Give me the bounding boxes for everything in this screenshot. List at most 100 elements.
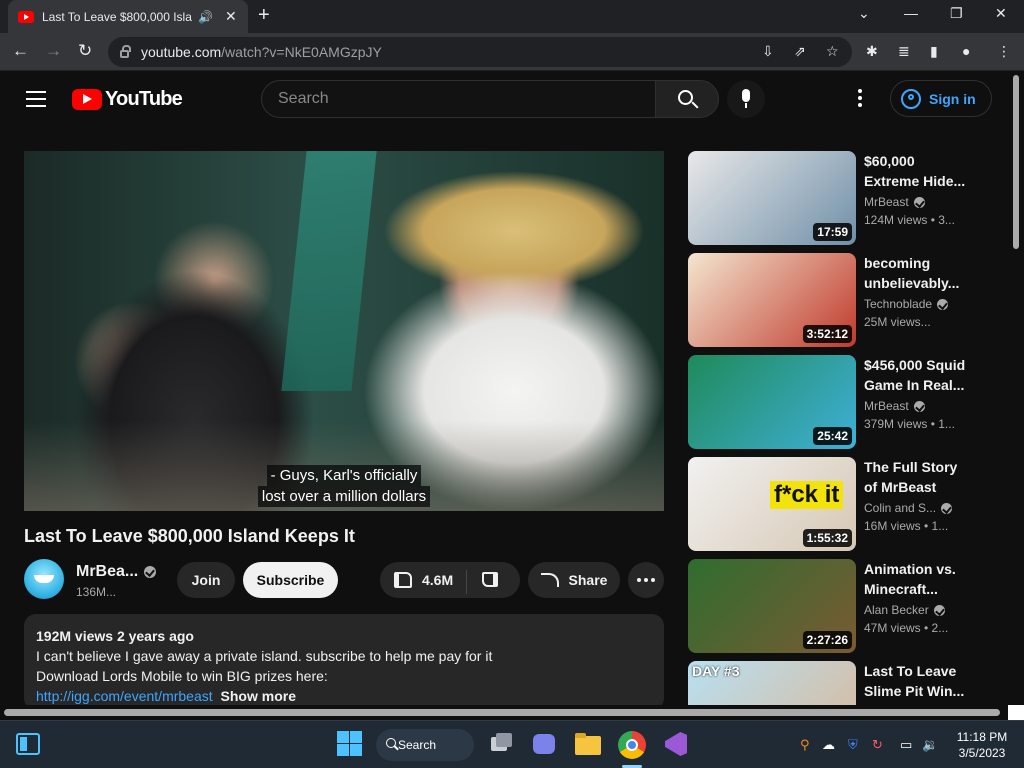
- task-view-icon[interactable]: [487, 731, 513, 757]
- youtube-favicon-icon: [18, 10, 34, 23]
- search-button[interactable]: [655, 80, 719, 118]
- channel-avatar[interactable]: [24, 559, 64, 599]
- recommendation-item[interactable]: 17:59 $60,000 Extreme Hide... MrBeast 124M …: [688, 151, 968, 245]
- reload-button[interactable]: ↻: [78, 41, 92, 61]
- recommendation-title[interactable]: becoming unbelievably...: [864, 253, 968, 293]
- browser-tab[interactable]: Last To Leave $800,000 Island Keeps It 🔊…: [8, 0, 248, 33]
- caption-line: - Guys, Karl's officially: [266, 465, 422, 486]
- video-duration-badge: 17:59: [813, 223, 852, 241]
- thumbs-down-icon[interactable]: [482, 572, 498, 587]
- tab-search-chevron-icon[interactable]: ⌄: [858, 5, 870, 22]
- recommendation-title[interactable]: Last To Leave Slime Pit Win...: [864, 661, 968, 701]
- share-button[interactable]: Share: [528, 562, 620, 598]
- show-more-button[interactable]: Show more: [221, 688, 296, 704]
- recommendation-title[interactable]: $60,000 Extreme Hide...: [864, 151, 968, 191]
- tray-app-icon[interactable]: ⚲: [800, 737, 810, 753]
- chrome-menu-icon[interactable]: ⋮: [997, 43, 1011, 60]
- network-icon[interactable]: ▭: [900, 737, 912, 753]
- profile-icon[interactable]: ●: [962, 43, 970, 59]
- description-box[interactable]: 192M views 2 years ago I can't believe I…: [24, 614, 664, 710]
- recommendation-item[interactable]: f*ck it 1:55:32 The Full Story of MrBeast C…: [688, 457, 968, 551]
- teams-chat-icon[interactable]: [531, 731, 557, 757]
- horizontal-scrollbar[interactable]: [0, 705, 1008, 720]
- back-button[interactable]: ←: [12, 41, 29, 61]
- windows-taskbar: Search ⚲ ☁ ⛨ ↻ ▭ 🔉 11:18 PM 3/5/2023: [0, 720, 1024, 768]
- recommendation-channel[interactable]: MrBeast: [864, 399, 925, 413]
- sign-in-label: Sign in: [929, 90, 976, 107]
- recommendation-item[interactable]: 3:52:12 becoming unbelievably... Technobla…: [688, 253, 968, 347]
- recommendation-channel[interactable]: Colin and S...: [864, 501, 953, 515]
- recommendation-channel[interactable]: Alan Becker: [864, 603, 945, 617]
- thumbnail-overlay-text: DAY #3: [692, 663, 740, 679]
- channel-name[interactable]: MrBea...: [76, 563, 157, 581]
- recommendation-meta: 124M views • 3...: [864, 213, 955, 227]
- extensions-puzzle-icon[interactable]: ✱: [866, 43, 878, 60]
- install-app-icon[interactable]: ⇩: [762, 43, 774, 60]
- share-page-icon[interactable]: ⇗: [794, 43, 806, 60]
- thumbs-up-icon: [394, 572, 412, 588]
- file-explorer-icon[interactable]: [575, 731, 601, 757]
- lock-icon[interactable]: [120, 45, 131, 58]
- taskbar-clock[interactable]: 11:18 PM 3/5/2023: [952, 729, 1012, 761]
- url-host: youtube.com: [141, 44, 222, 60]
- vertical-scrollbar[interactable]: [1008, 71, 1024, 705]
- restore-button[interactable]: ❐: [950, 5, 963, 22]
- recommendation-channel-name: MrBeast: [864, 399, 909, 413]
- verified-badge-icon: [937, 298, 949, 310]
- subscribe-button[interactable]: Subscribe: [243, 562, 338, 598]
- recommendation-thumbnail[interactable]: 25:42: [688, 355, 856, 449]
- bookmark-star-icon[interactable]: ☆: [826, 43, 839, 60]
- recommendation-meta: 16M views • 1...: [864, 519, 949, 533]
- verified-badge-icon: [913, 196, 925, 208]
- join-button[interactable]: Join: [177, 562, 235, 598]
- settings-menu-icon[interactable]: [858, 89, 864, 109]
- widgets-icon[interactable]: [16, 733, 40, 755]
- guide-menu-icon[interactable]: [26, 91, 46, 107]
- recommendation-title[interactable]: Animation vs. Minecraft...: [864, 559, 968, 599]
- video-frame-scenery: [281, 151, 377, 391]
- recommendation-thumbnail[interactable]: 3:52:12: [688, 253, 856, 347]
- more-actions-button[interactable]: [628, 562, 664, 598]
- like-button[interactable]: 4.6M: [380, 562, 520, 598]
- video-captions: - Guys, Karl's officially lost over a mi…: [254, 465, 434, 507]
- recommendation-title[interactable]: $456,000 Squid Game In Real...: [864, 355, 968, 395]
- taskbar-search-button[interactable]: Search: [376, 729, 474, 761]
- recommendation-thumbnail[interactable]: f*ck it 1:55:32: [688, 457, 856, 551]
- minimize-button[interactable]: —: [904, 5, 918, 21]
- side-panel-icon[interactable]: ▮: [930, 43, 938, 60]
- scrollbar-thumb[interactable]: [1013, 75, 1019, 249]
- account-icon: [901, 88, 921, 109]
- youtube-logo[interactable]: YouTube: [72, 88, 183, 111]
- recommendation-title[interactable]: The Full Story of MrBeast: [864, 457, 968, 497]
- description-link[interactable]: http://igg.com/event/mrbeast: [36, 688, 213, 704]
- update-icon[interactable]: ↻: [872, 737, 883, 753]
- search-input[interactable]: Search: [261, 80, 656, 118]
- forward-button[interactable]: →: [45, 41, 62, 61]
- chrome-taskbar-icon[interactable]: [618, 731, 646, 759]
- close-window-button[interactable]: ✕: [995, 5, 1007, 22]
- recommendation-channel[interactable]: Technoblade: [864, 297, 949, 311]
- visual-studio-icon[interactable]: [663, 731, 689, 757]
- onedrive-cloud-icon[interactable]: ☁: [822, 737, 835, 753]
- recommendation-channel-name: Alan Becker: [864, 603, 929, 617]
- media-control-icon[interactable]: ≣: [898, 43, 910, 60]
- recommendation-channel[interactable]: MrBeast: [864, 195, 925, 209]
- recommendation-item[interactable]: 25:42 $456,000 Squid Game In Real... MrBea…: [688, 355, 968, 449]
- new-tab-button[interactable]: +: [258, 4, 270, 27]
- recommendation-thumbnail[interactable]: 17:59: [688, 151, 856, 245]
- sign-in-button[interactable]: Sign in: [890, 80, 992, 117]
- video-player[interactable]: - Guys, Karl's officially lost over a mi…: [24, 151, 664, 511]
- close-tab-icon[interactable]: ✕: [225, 8, 237, 25]
- address-bar[interactable]: youtube.com/watch?v=NkE0AMGzpJY: [108, 37, 852, 67]
- recommendation-item[interactable]: 2:27:26 Animation vs. Minecraft... Alan Be…: [688, 559, 968, 653]
- start-windows-icon[interactable]: [337, 731, 363, 757]
- recommendation-thumbnail[interactable]: 2:27:26: [688, 559, 856, 653]
- volume-icon[interactable]: 🔉: [922, 737, 938, 753]
- browser-tab-strip: Last To Leave $800,000 Island Keeps It 🔊…: [0, 0, 1024, 33]
- search-placeholder: Search: [278, 90, 329, 107]
- scrollbar-thumb[interactable]: [4, 709, 1000, 716]
- speaker-icon[interactable]: 🔊: [198, 10, 213, 24]
- description-line: I can't believe I gave away a private is…: [36, 648, 493, 664]
- voice-search-button[interactable]: [727, 80, 765, 118]
- security-shield-icon[interactable]: ⛨: [848, 737, 858, 753]
